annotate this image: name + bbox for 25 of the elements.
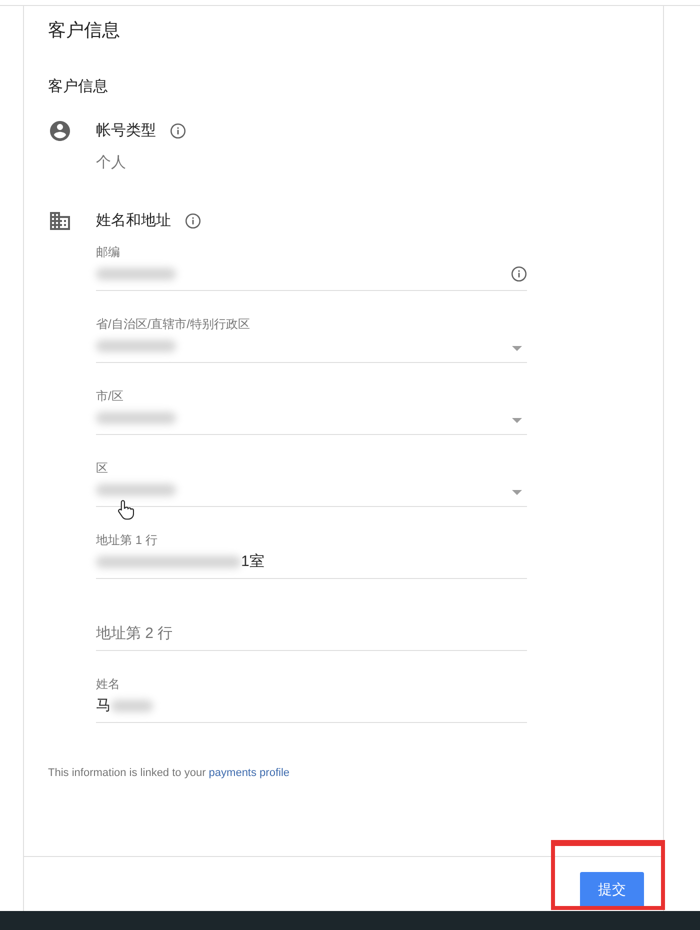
section-subheading: 客户信息 <box>48 77 109 97</box>
account-type-value: 个人 <box>96 153 127 173</box>
building-icon <box>50 211 70 231</box>
dropdown-arrow-icon <box>512 418 522 422</box>
select-field[interactable]: 省/自治区/直辖市/特别行政区 <box>96 291 527 363</box>
info-icon[interactable] <box>185 213 201 229</box>
dropdown-arrow-icon <box>512 490 522 494</box>
profile-note: This information is linked to your payments profile <box>48 766 291 781</box>
text-field[interactable]: 地址第 1 行 1室 <box>96 507 527 579</box>
select-field[interactable]: 区 <box>96 435 527 507</box>
dropdown-arrow-icon <box>512 346 522 350</box>
page-title: 客户信息 <box>48 19 121 42</box>
section-label: 姓名和地址 <box>96 211 171 231</box>
info-icon[interactable] <box>511 266 527 282</box>
text-field[interactable]: 地址第 2 行 <box>96 579 527 651</box>
submit-button[interactable]: 提交 <box>580 872 644 908</box>
select-field[interactable]: 市/区 <box>96 363 527 435</box>
hand-cursor-icon <box>118 500 135 520</box>
account-icon <box>50 121 70 141</box>
text-field[interactable]: 姓名 马 <box>96 651 527 723</box>
payments-profile-link[interactable]: payments profile <box>208 767 290 779</box>
section-label: 帐号类型 <box>96 121 156 141</box>
blurred-value <box>111 700 153 712</box>
info-icon[interactable] <box>170 123 186 139</box>
text-field[interactable]: 邮编 <box>96 231 527 291</box>
